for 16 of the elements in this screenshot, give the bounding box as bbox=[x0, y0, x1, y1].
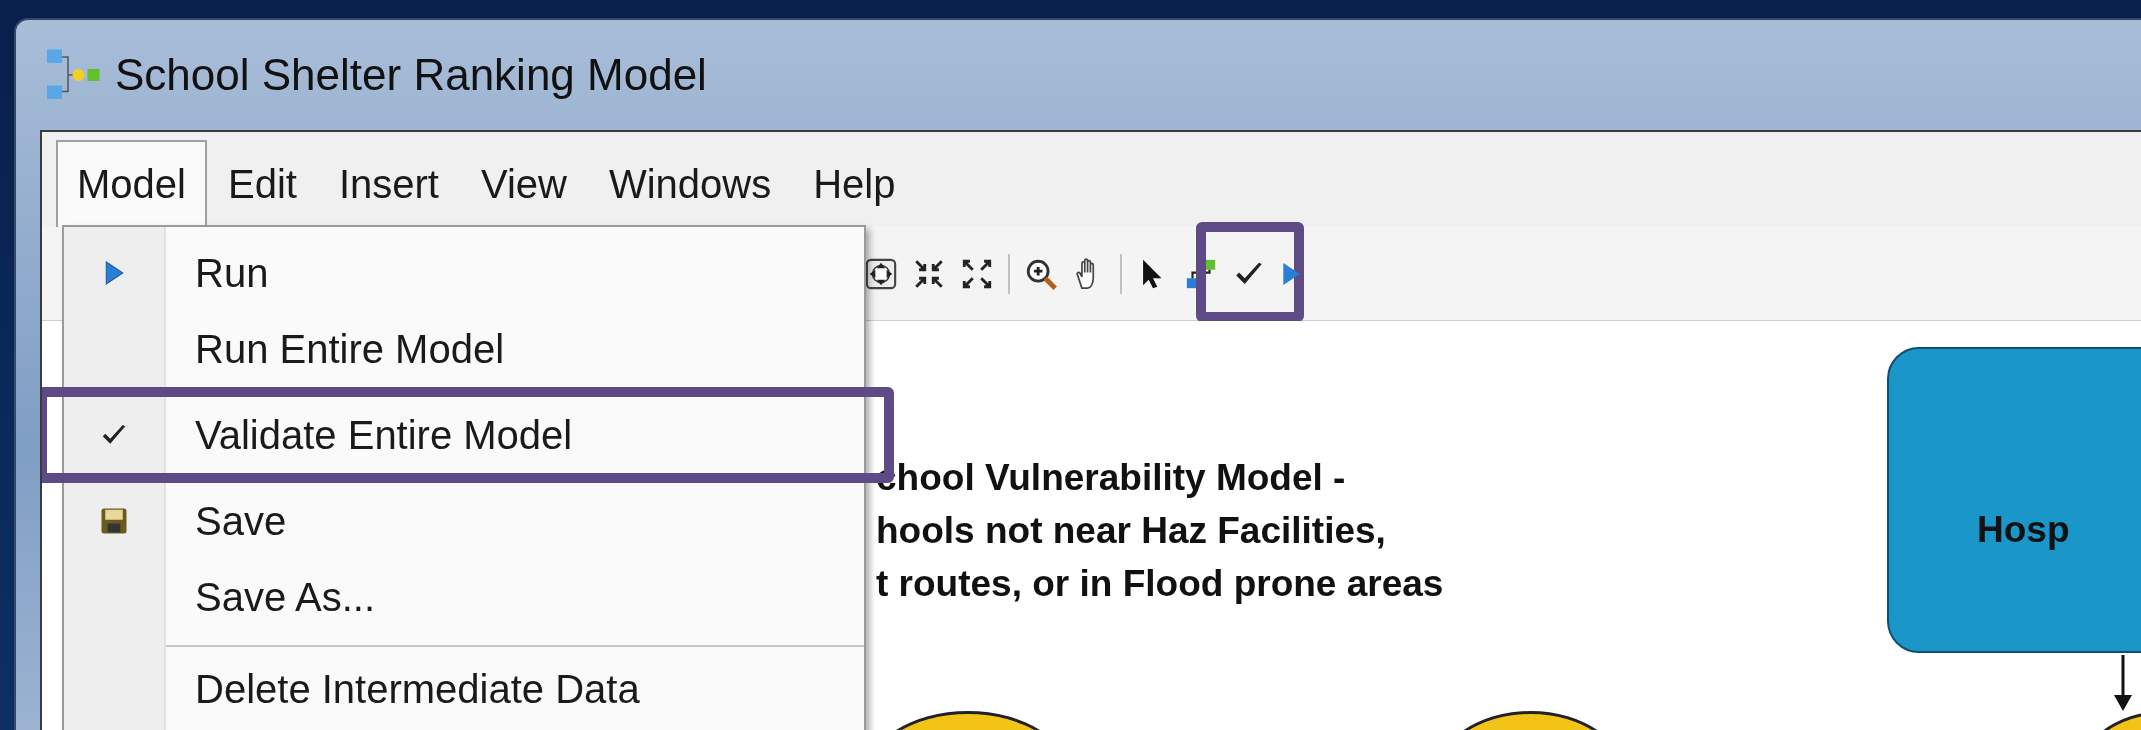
play-icon bbox=[103, 259, 125, 287]
menu-bar-item[interactable]: Help bbox=[792, 140, 917, 227]
menu-item[interactable]: Delete Intermediate Data bbox=[64, 651, 864, 727]
menu-item[interactable]: Save As... bbox=[64, 559, 864, 635]
connector-arrow bbox=[2114, 655, 2132, 711]
menu-item[interactable]: Save bbox=[64, 483, 864, 559]
menu-bar-item[interactable]: Insert bbox=[317, 140, 460, 227]
fit-frame-icon[interactable] bbox=[864, 256, 898, 291]
window-title: School Shelter Ranking Model bbox=[115, 50, 707, 100]
menu-bar-item[interactable]: Model bbox=[56, 140, 207, 227]
menu-bar-item[interactable]: View bbox=[459, 140, 588, 227]
menu-item[interactable]: Run Entire Model bbox=[64, 311, 864, 387]
process-node: Hosp bbox=[1887, 347, 2141, 653]
menu-bar-item[interactable]: Windows bbox=[587, 140, 793, 227]
menu-item[interactable]: Validate Entire Model bbox=[64, 397, 864, 473]
menu-bar-item[interactable]: Edit bbox=[206, 140, 318, 227]
